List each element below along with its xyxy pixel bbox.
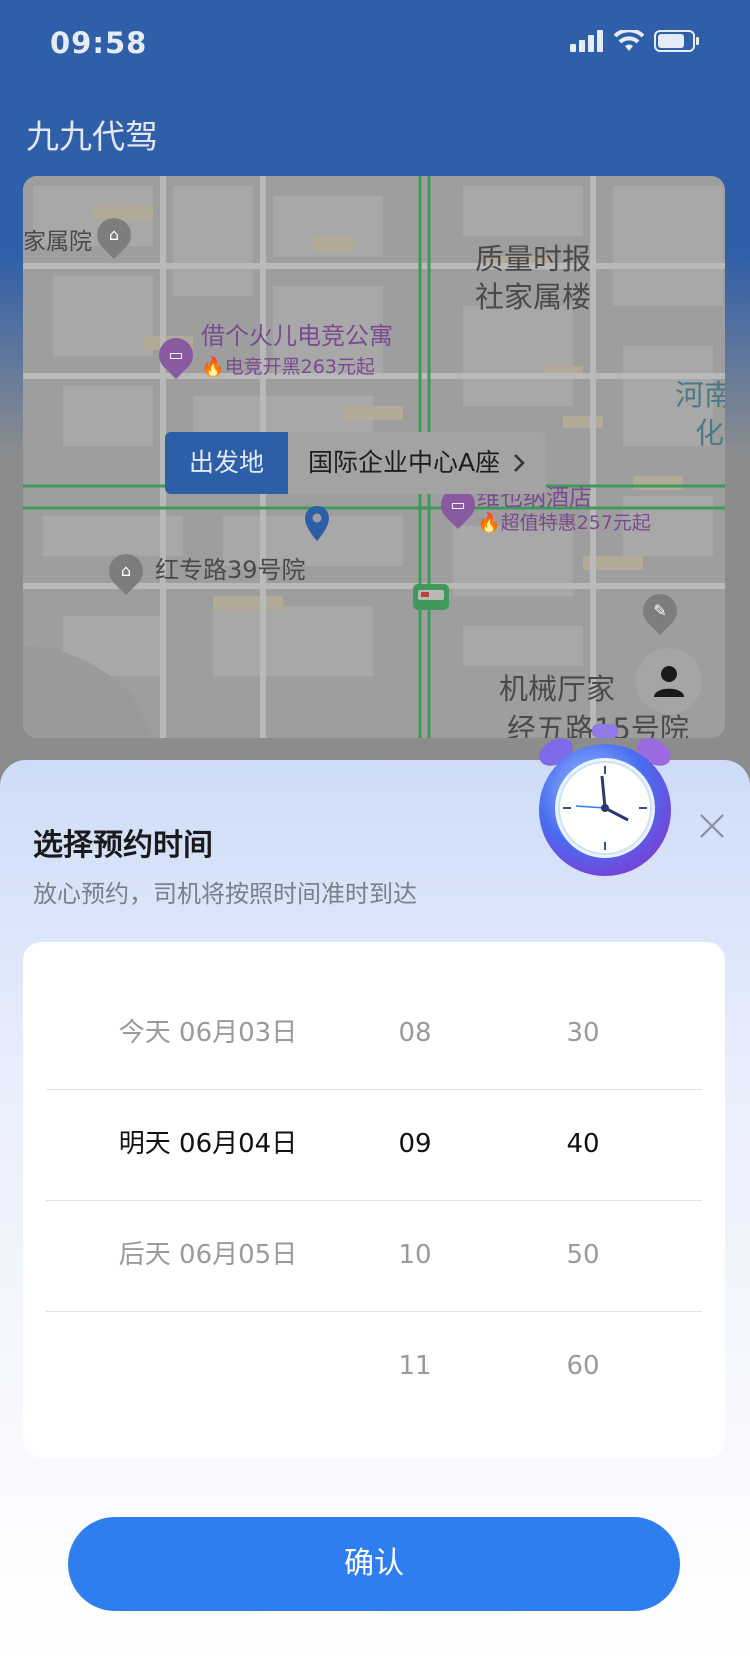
- battery-icon: [654, 30, 699, 52]
- repair-pin-icon: ✎: [635, 586, 685, 636]
- picker-minute[interactable]: 50: [543, 1200, 623, 1311]
- origin-selector[interactable]: 出发地 国际企业中心A座: [165, 432, 547, 494]
- sheet-subtitle: 放心预约，司机将按照时间准时到达: [33, 880, 417, 908]
- picker-day[interactable]: 今天 06月03日: [103, 978, 313, 1089]
- picker-minute[interactable]: 60: [543, 1311, 623, 1422]
- picker-minute-selected[interactable]: 40: [543, 1089, 623, 1200]
- hotel-promo-text: 超值特惠257元起: [500, 512, 651, 534]
- picker-row[interactable]: 11 60: [23, 1311, 725, 1422]
- signal-icon: [570, 30, 603, 52]
- hotel-pin-icon: ▭: [151, 330, 201, 380]
- app-title: 九九代驾: [26, 117, 158, 156]
- sheet-title: 选择预约时间: [33, 828, 213, 863]
- time-picker[interactable]: 今天 06月03日 08 30 明天 06月04日 09 40 后天 06月05…: [23, 942, 725, 1458]
- status-bar: 09:58: [0, 0, 750, 88]
- home-pin-icon-2: ⌂: [101, 546, 151, 596]
- picker-day[interactable]: 后天 06月05日: [103, 1200, 313, 1311]
- map-label-hotel-promo: 🔥超值特惠257元起: [477, 508, 651, 535]
- map-label-river-1: 河南: [675, 378, 725, 412]
- fire-icon-2: 🔥: [477, 512, 501, 534]
- apartment-promo-text: 电竞开黑263元起: [224, 356, 375, 378]
- picker-hour-selected[interactable]: 09: [375, 1089, 455, 1200]
- close-icon: [700, 814, 724, 838]
- status-icons: [570, 30, 700, 52]
- picker-hour[interactable]: 11: [375, 1311, 455, 1422]
- bus-stop-icon: [413, 584, 449, 610]
- map-label-building-1: 质量时报: [475, 242, 592, 276]
- wifi-icon: [614, 30, 644, 51]
- map-label-building-2: 社家属楼: [475, 280, 592, 314]
- map-label-machinery-1: 机械厅家: [499, 672, 616, 706]
- map-label-road-courtyard: 红专路39号院: [155, 556, 306, 584]
- status-time: 09:58: [50, 26, 148, 60]
- picker-hour[interactable]: 10: [375, 1200, 455, 1311]
- picker-day[interactable]: [103, 1311, 313, 1422]
- confirm-button[interactable]: 确认: [68, 1517, 680, 1611]
- map-label-family-courtyard: 家属院: [23, 229, 92, 255]
- map-label-apartment: 借个火儿电竞公寓: [201, 322, 393, 350]
- origin-label: 出发地: [165, 432, 289, 494]
- map-label-river-2: 化: [695, 416, 725, 450]
- user-icon: [654, 666, 684, 697]
- chevron-right-icon: [514, 454, 525, 472]
- picker-row-selected[interactable]: 明天 06月04日 09 40: [23, 1089, 725, 1200]
- location-pin-icon: [305, 506, 329, 541]
- home-pin-icon: ⌂: [89, 210, 139, 260]
- picker-minute[interactable]: 30: [543, 978, 623, 1089]
- picker-day-selected[interactable]: 明天 06月04日: [103, 1089, 313, 1200]
- picker-row[interactable]: 后天 06月05日 10 50: [23, 1200, 725, 1311]
- user-avatar-button[interactable]: [636, 648, 702, 714]
- reservation-sheet: 选择预约时间 放心预约，司机将按照时间准时到达 今天 06月03日 08 30 …: [0, 724, 750, 1660]
- alarm-clock-icon: [539, 724, 671, 876]
- origin-place-text: 国际企业中心A座: [308, 448, 501, 477]
- close-button[interactable]: [692, 806, 732, 846]
- fire-icon: 🔥: [201, 356, 225, 378]
- origin-place[interactable]: 国际企业中心A座: [288, 432, 547, 494]
- picker-row[interactable]: 今天 06月03日 08 30: [23, 978, 725, 1089]
- map-label-apartment-promo: 🔥电竞开黑263元起: [201, 352, 375, 379]
- picker-hour[interactable]: 08: [375, 978, 455, 1089]
